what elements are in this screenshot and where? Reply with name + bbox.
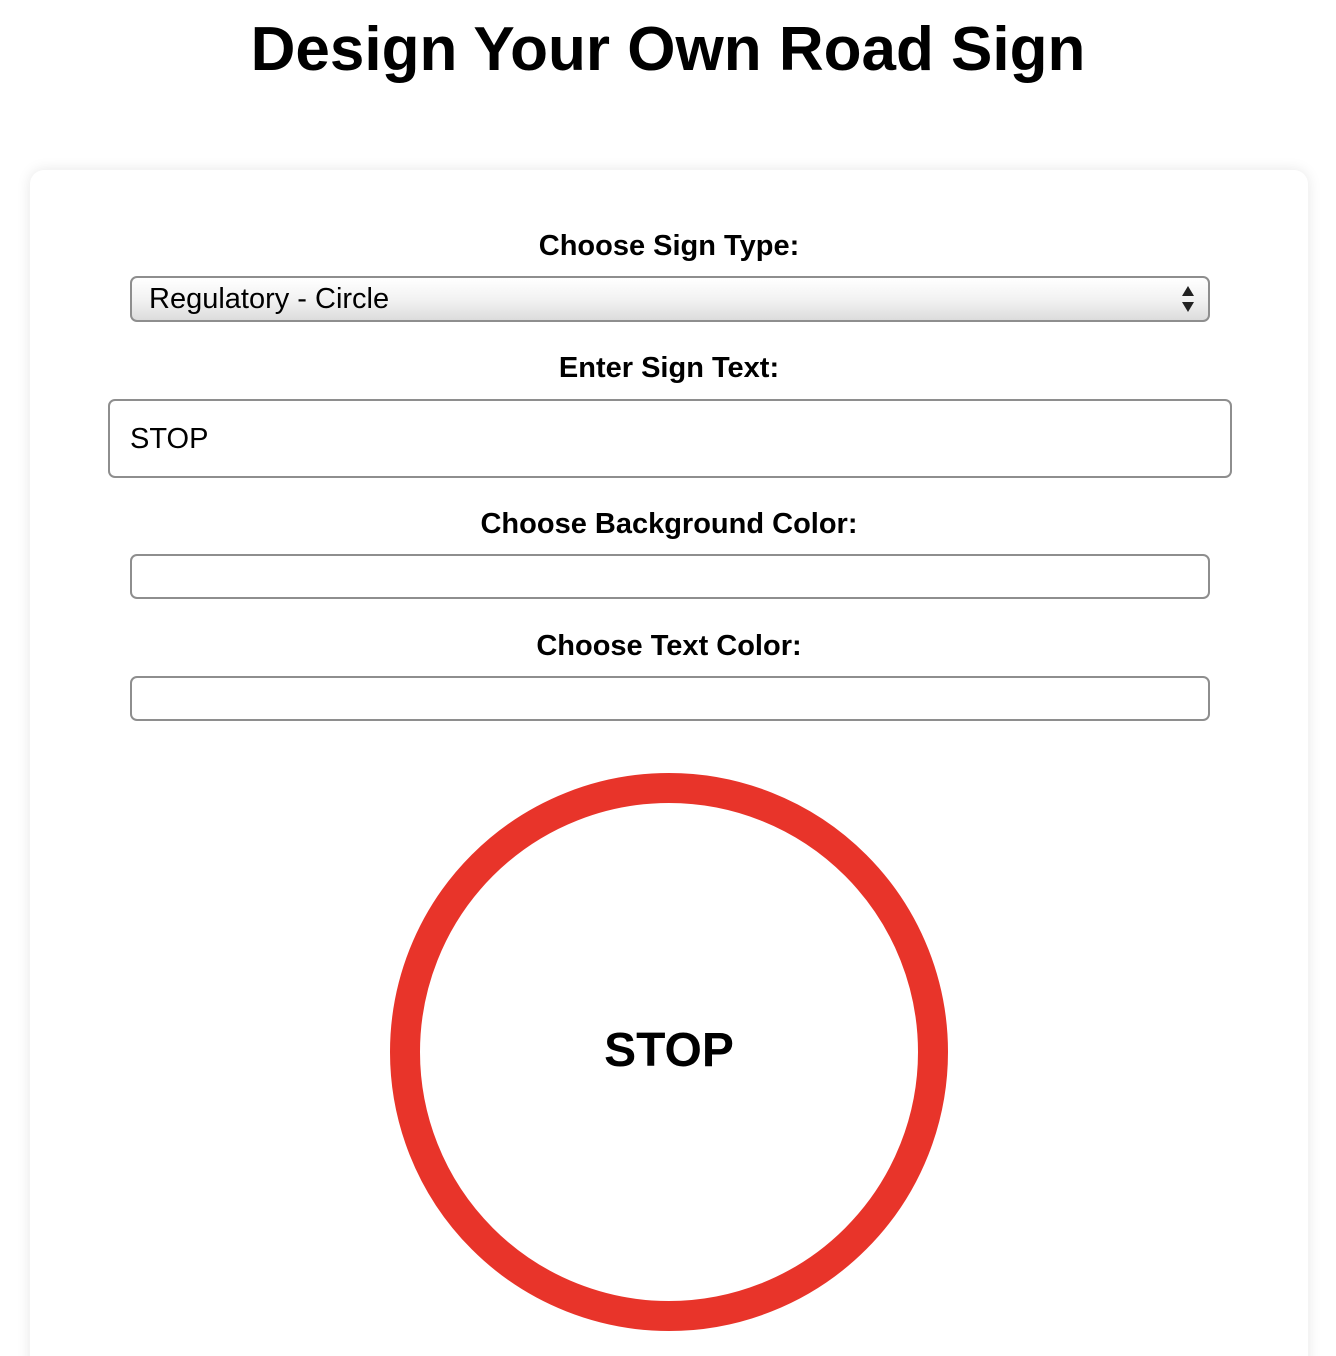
text-color-input[interactable]	[130, 676, 1210, 721]
sign-preview-text: STOP	[604, 1024, 734, 1077]
up-down-chevron-icon	[1182, 286, 1194, 312]
text-color-label: Choose Text Color:	[536, 630, 802, 662]
background-color-label: Choose Background Color:	[480, 508, 858, 540]
sign-text-input[interactable]: STOP	[108, 399, 1232, 478]
sign-text-input-value: STOP	[130, 423, 209, 455]
sign-type-selected-value: Regulatory - Circle	[149, 283, 390, 315]
sign-designer-panel: Choose Sign Type: Regulatory - Circle En…	[30, 170, 1308, 1356]
page: Design Your Own Road Sign Choose Sign Ty…	[0, 0, 1336, 1356]
page-title: Design Your Own Road Sign	[250, 15, 1086, 84]
sign-type-select[interactable]: Regulatory - Circle	[130, 276, 1210, 322]
sign-type-label: Choose Sign Type:	[538, 230, 800, 262]
sign-preview: STOP	[390, 773, 948, 1331]
sign-text-label: Enter Sign Text:	[558, 352, 780, 384]
background-color-input[interactable]	[130, 554, 1210, 599]
